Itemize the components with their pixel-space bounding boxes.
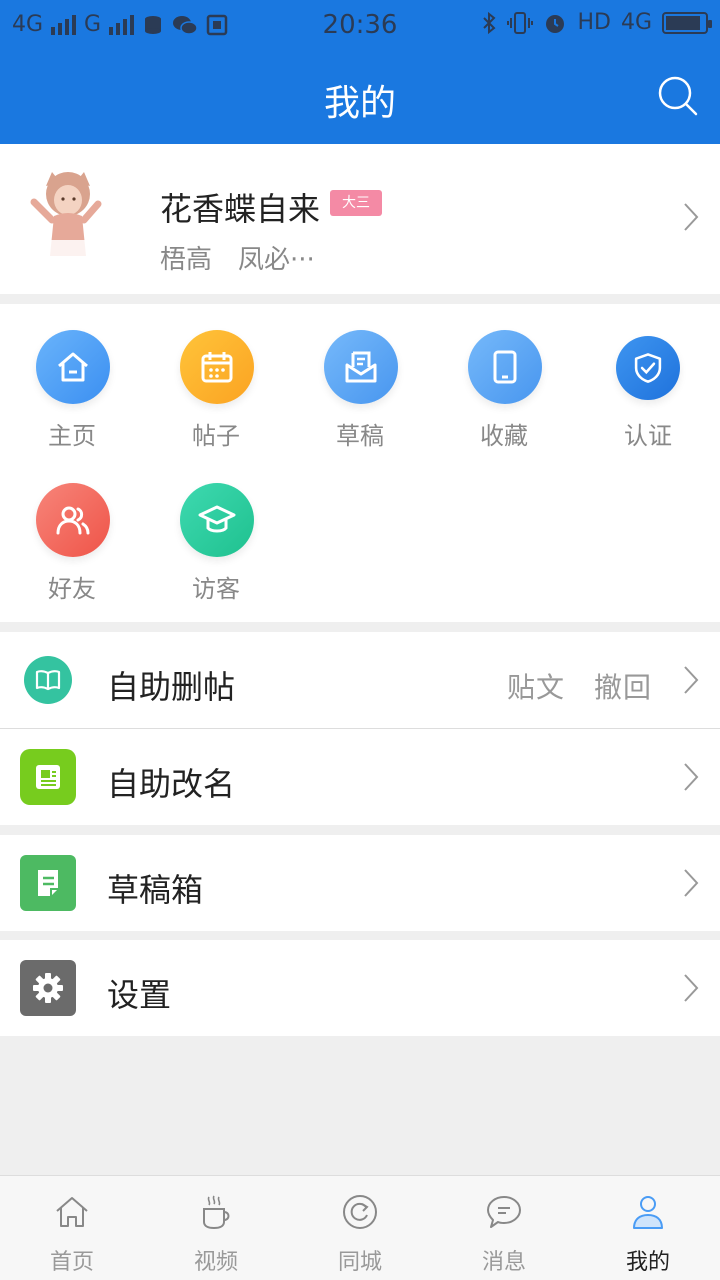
grid-item-visitors[interactable]: 访客 bbox=[144, 457, 288, 603]
book-icon bbox=[24, 656, 72, 704]
tab-video[interactable]: 视频 bbox=[144, 1176, 288, 1280]
row-self-rename[interactable]: 自助改名 bbox=[0, 729, 720, 825]
followed-forums: 梧高 凤必··· bbox=[160, 245, 315, 275]
grid-label: 访客 bbox=[192, 575, 240, 603]
search-icon[interactable] bbox=[656, 74, 700, 118]
chevron-right-icon bbox=[684, 763, 699, 791]
row-label: 草稿箱 bbox=[107, 871, 204, 909]
status-right: HD 4G bbox=[481, 10, 712, 35]
grid-item-home[interactable]: 主页 bbox=[0, 304, 144, 450]
bluetooth-icon bbox=[483, 11, 496, 34]
hd-label: HD bbox=[577, 10, 611, 35]
document-icon bbox=[20, 855, 76, 911]
home-outline-icon bbox=[56, 1197, 88, 1227]
home-icon bbox=[36, 330, 110, 404]
chevron-right-icon bbox=[684, 869, 699, 897]
grid-label: 收藏 bbox=[480, 422, 528, 450]
username: 花香蝶自来 bbox=[160, 190, 321, 228]
grid-label: 好友 bbox=[48, 575, 96, 603]
tab-label: 视频 bbox=[193, 1250, 238, 1275]
feature-grid: 主页 帖子 草稿 收藏 认证 好友 访客 bbox=[0, 304, 720, 622]
tab-label: 消息 bbox=[481, 1250, 526, 1275]
grid-item-friends[interactable]: 好友 bbox=[0, 457, 144, 603]
tab-label: 首页 bbox=[49, 1250, 94, 1275]
row-drafts-box[interactable]: 草稿箱 bbox=[0, 835, 720, 931]
tab-home[interactable]: 首页 bbox=[0, 1176, 144, 1280]
grid-item-posts[interactable]: 帖子 bbox=[144, 304, 288, 450]
grid-item-verify[interactable]: 认证 bbox=[576, 304, 720, 450]
calendar-icon bbox=[180, 330, 254, 404]
battery-icon bbox=[662, 11, 712, 34]
row-self-delete-post[interactable]: 自助删帖 贴文 撤回 bbox=[0, 632, 720, 728]
tab-mine[interactable]: 我的 bbox=[576, 1176, 720, 1280]
tab-label: 同城 bbox=[337, 1250, 382, 1275]
bottom-tab-bar: 首页 视频 同城 消息 我的 bbox=[0, 1175, 720, 1280]
row-label: 设置 bbox=[107, 976, 172, 1014]
chevron-right-icon bbox=[684, 974, 699, 1002]
tab-local[interactable]: 同城 bbox=[288, 1176, 432, 1280]
status-bar: 4G G 20:36 HD 4G bbox=[0, 0, 720, 50]
draft-icon bbox=[324, 330, 398, 404]
friends-icon bbox=[36, 483, 110, 557]
chat-bubble-icon bbox=[487, 1196, 521, 1228]
vibrate-icon bbox=[507, 11, 534, 34]
shield-check-icon bbox=[616, 336, 680, 400]
graduation-cap-icon bbox=[180, 483, 254, 557]
grid-label: 帖子 bbox=[192, 422, 240, 450]
grid-item-favorites[interactable]: 收藏 bbox=[432, 304, 576, 450]
coffee-cup-icon bbox=[203, 1195, 230, 1230]
grid-item-drafts[interactable]: 草稿 bbox=[288, 304, 432, 450]
chevron-right-icon bbox=[684, 203, 699, 231]
avatar[interactable] bbox=[24, 164, 104, 274]
profile-card[interactable]: 花香蝶自来 大三 梧高 凤必··· bbox=[0, 144, 720, 294]
grade-badge: 大三 bbox=[330, 190, 382, 216]
grid-label: 认证 bbox=[624, 422, 672, 450]
row-label: 自助改名 bbox=[107, 765, 236, 803]
grid-label: 主页 bbox=[48, 422, 96, 450]
alarm-icon bbox=[546, 14, 565, 33]
row-settings[interactable]: 设置 bbox=[0, 940, 720, 1036]
tab-label: 我的 bbox=[625, 1250, 670, 1275]
tablet-icon bbox=[468, 330, 542, 404]
tab-messages[interactable]: 消息 bbox=[432, 1176, 576, 1280]
row-label: 自助删帖 bbox=[107, 668, 236, 706]
id-card-icon bbox=[20, 749, 76, 805]
chevron-right-icon bbox=[684, 666, 699, 694]
gear-icon bbox=[20, 960, 76, 1016]
row-extra: 贴文 撤回 bbox=[506, 671, 652, 704]
top-header: 4G G 20:36 HD 4G 我的 bbox=[0, 0, 720, 144]
page-title: 我的 bbox=[323, 83, 396, 124]
network-4g-right-label: 4G bbox=[620, 10, 652, 35]
grid-label: 草稿 bbox=[336, 422, 384, 450]
refresh-circle-icon bbox=[343, 1195, 377, 1229]
user-icon bbox=[633, 1196, 663, 1229]
